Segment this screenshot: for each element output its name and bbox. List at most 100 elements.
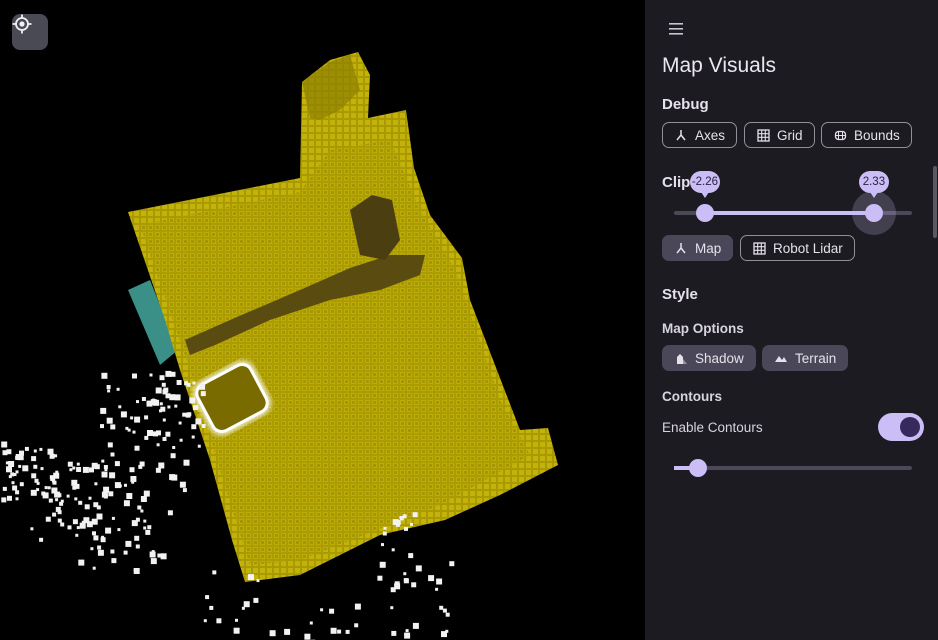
grid-icon xyxy=(752,241,766,255)
lidar-point xyxy=(88,496,92,500)
lidar-point xyxy=(410,522,413,526)
axes-icon xyxy=(674,241,688,255)
lidar-point xyxy=(110,452,115,457)
lidar-point xyxy=(100,407,107,414)
lidar-point xyxy=(3,487,7,491)
lidar-point xyxy=(436,578,443,585)
lidar-point xyxy=(162,389,168,395)
lidar-point xyxy=(89,467,94,473)
bounds-chip[interactable]: Bounds xyxy=(821,122,912,148)
lidar-point xyxy=(111,516,115,520)
lidar-point xyxy=(383,526,387,530)
lidar-point xyxy=(24,446,29,451)
clip-max-thumb[interactable] xyxy=(864,204,883,222)
panel-scrollbar[interactable] xyxy=(933,166,937,238)
lidar-point xyxy=(6,449,12,455)
robot-lidar-chip[interactable]: Robot Lidar xyxy=(740,235,855,261)
lidar-point xyxy=(216,618,222,624)
bounds-label: Bounds xyxy=(854,127,900,143)
lidar-point xyxy=(233,627,240,634)
lidar-point xyxy=(123,550,128,555)
lidar-point xyxy=(132,430,136,434)
lidar-point xyxy=(52,480,57,485)
lidar-point xyxy=(156,430,161,436)
axes-chip[interactable]: Axes xyxy=(662,122,738,148)
lidar-point xyxy=(172,446,176,449)
lidar-point xyxy=(442,608,447,613)
contour-slider-thumb[interactable] xyxy=(688,459,707,477)
lidar-point xyxy=(415,565,422,572)
lidar-point xyxy=(60,522,65,527)
lidar-point xyxy=(110,549,115,554)
lidar-point xyxy=(101,535,105,539)
shadow-label: Shadow xyxy=(695,350,744,366)
lidar-point xyxy=(134,445,140,451)
lidar-point xyxy=(160,406,166,412)
map-3d-viewport[interactable] xyxy=(0,0,645,640)
lidar-point xyxy=(106,385,111,389)
enable-contours-toggle[interactable] xyxy=(878,413,924,441)
contour-slider-track xyxy=(674,466,912,470)
lidar-point xyxy=(354,603,361,610)
lidar-point xyxy=(403,572,407,576)
menu-button[interactable] xyxy=(665,18,687,40)
lidar-point xyxy=(179,481,186,488)
lidar-point xyxy=(141,397,146,401)
lidar-point xyxy=(408,553,414,559)
lidar-point xyxy=(203,619,207,623)
debug-heading: Debug xyxy=(662,96,709,113)
lidar-point xyxy=(31,473,37,479)
lidar-point xyxy=(131,520,138,527)
lidar-point xyxy=(337,629,342,634)
lidar-point xyxy=(167,510,173,516)
lidar-point xyxy=(143,526,147,530)
lidar-point xyxy=(320,608,324,612)
lidar-point xyxy=(97,549,104,556)
locate-button[interactable] xyxy=(12,14,48,50)
shadow-chip[interactable]: Shadow xyxy=(662,345,756,371)
lidar-point xyxy=(137,505,142,510)
terrain-icon xyxy=(774,351,788,365)
lidar-point xyxy=(84,504,90,510)
lidar-point xyxy=(48,498,53,503)
lidar-point xyxy=(165,431,171,437)
lidar-point xyxy=(205,595,210,600)
clip-min-thumb[interactable] xyxy=(695,204,714,222)
lidar-point xyxy=(81,520,85,524)
lidar-point xyxy=(354,623,359,628)
lidar-point xyxy=(199,383,206,390)
lidar-point xyxy=(167,405,171,409)
lidar-point xyxy=(127,428,131,432)
grid-chip[interactable]: Grid xyxy=(744,122,815,148)
clip-slider-fill xyxy=(704,211,874,215)
lidar-point xyxy=(120,411,127,418)
hamburger-menu-icon xyxy=(669,23,683,35)
lidar-point xyxy=(212,570,217,575)
lidar-point xyxy=(135,544,140,549)
lidar-point xyxy=(55,470,59,474)
map-chip[interactable]: Map xyxy=(662,235,734,261)
lidar-point xyxy=(209,605,214,610)
lidar-point xyxy=(76,462,80,466)
lidar-point xyxy=(36,488,40,492)
axes-label: Axes xyxy=(695,127,726,143)
lidar-point xyxy=(189,397,196,404)
lidar-point xyxy=(40,467,44,471)
lidar-point xyxy=(30,489,37,496)
lidar-point xyxy=(191,435,195,439)
lidar-point xyxy=(97,545,102,550)
lidar-point xyxy=(329,608,335,614)
lidar-point xyxy=(185,412,191,418)
lidar-point xyxy=(100,424,104,429)
lidar-point xyxy=(15,490,20,495)
lidar-point xyxy=(31,456,37,462)
lidar-point xyxy=(138,464,143,469)
lidar-point xyxy=(78,559,85,566)
lidar-point xyxy=(435,587,439,591)
lidar-point xyxy=(92,531,96,536)
lidar-point xyxy=(82,466,89,473)
lidar-point xyxy=(391,548,395,552)
terrain-chip[interactable]: Terrain xyxy=(762,345,849,371)
lidar-point xyxy=(78,500,83,505)
lidar-point xyxy=(134,535,140,541)
